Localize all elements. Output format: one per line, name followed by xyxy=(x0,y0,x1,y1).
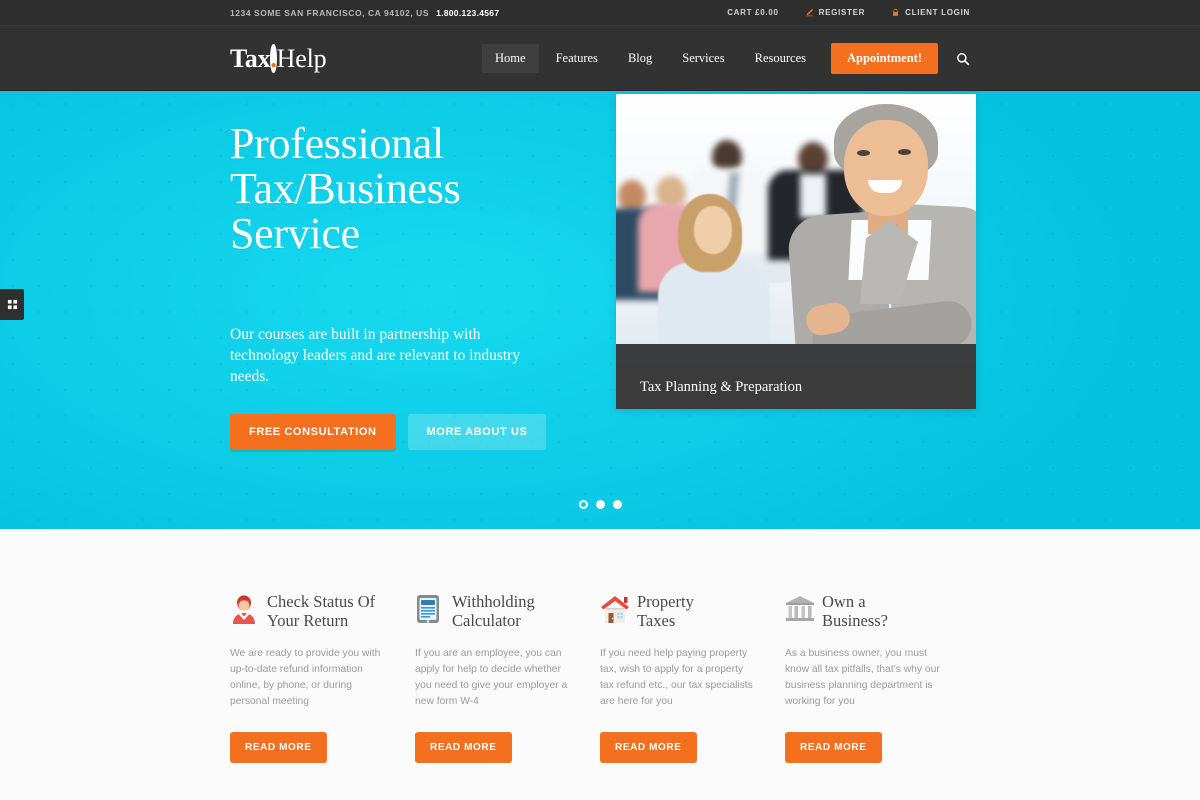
feature-title: Own a Business? xyxy=(822,592,888,630)
business-meeting-photo xyxy=(616,94,976,366)
main-navigation: Home Features Blog Services Resources Ap… xyxy=(480,43,970,74)
feature-title-line-2: Business? xyxy=(822,611,888,630)
feature-description: If you are an employee, you can apply fo… xyxy=(415,648,568,707)
hero-image-card: Tax Planning & Preparation xyxy=(616,94,976,409)
top-bar-contact: 1234 SOME SAN FRANCISCO, CA 94102, US 1.… xyxy=(230,8,499,18)
photo-desk-edge xyxy=(616,344,976,366)
logo-light-text: Help xyxy=(276,43,327,73)
logo-bold-text: Tax xyxy=(230,43,271,73)
feature-title-line-2: Your Return xyxy=(267,611,349,630)
cart-label: CART £0.00 xyxy=(727,8,779,17)
nav-item-blog[interactable]: Blog xyxy=(615,44,665,73)
hero-subtitle: Our courses are built in partnership wit… xyxy=(230,326,521,385)
slider-dot-1[interactable] xyxy=(578,500,588,509)
feature-description: As a business owner, you must know all t… xyxy=(785,648,940,707)
hero-slider: Professional Tax/Business Service Our co… xyxy=(0,91,1200,529)
feature-card-check-status: Check Status Of Your Return We are ready… xyxy=(230,592,415,763)
hero-title-line-2: Tax/Business xyxy=(230,164,461,213)
nav-item-features[interactable]: Features xyxy=(543,44,611,73)
top-bar: 1234 SOME SAN FRANCISCO, CA 94102, US 1.… xyxy=(0,0,1200,26)
feature-header: Check Status Of Your Return xyxy=(230,592,387,630)
more-about-us-button[interactable]: MORE ABOUT US xyxy=(407,414,547,450)
register-link[interactable]: REGISTER xyxy=(805,8,866,17)
feature-title-line-1: Withholding xyxy=(452,592,535,611)
site-header: Tax.Help Home Features Blog Services Res… xyxy=(0,26,1200,91)
slider-dot-2[interactable] xyxy=(595,500,605,509)
feature-description: We are ready to provide you with up-to-d… xyxy=(230,648,381,707)
feature-title-line-2: Taxes xyxy=(637,611,676,630)
read-more-button[interactable]: READ MORE xyxy=(230,732,327,763)
feature-title-line-1: Own a xyxy=(822,592,866,611)
read-more-button[interactable]: READ MORE xyxy=(600,732,697,763)
read-more-button[interactable]: READ MORE xyxy=(415,732,512,763)
photo-man-eye-right xyxy=(898,149,911,155)
hero-title-line-3: Service xyxy=(230,209,360,258)
photo-person-back2-shirt xyxy=(800,174,826,218)
top-bar-actions: CART £0.00 REGISTER CLIENT LOGIN xyxy=(727,8,970,17)
feature-card-withholding-calculator: Withholding Calculator If you are an emp… xyxy=(415,592,600,763)
photo-man-eye-left xyxy=(857,150,870,156)
feature-title: Property Taxes xyxy=(637,592,694,630)
feature-title-line-2: Calculator xyxy=(452,611,521,630)
feature-description: If you need help paying property tax, wi… xyxy=(600,648,753,707)
hero-image-caption: Tax Planning & Preparation xyxy=(616,366,976,409)
pencil-icon xyxy=(805,8,814,17)
appointment-button[interactable]: Appointment! xyxy=(830,43,938,74)
nav-item-home[interactable]: Home xyxy=(482,44,539,73)
search-icon[interactable] xyxy=(956,52,970,66)
nav-item-resources[interactable]: Resources xyxy=(742,44,819,73)
register-label: REGISTER xyxy=(818,8,866,17)
feature-card-property-taxes: Property Taxes If you need help paying p… xyxy=(600,592,785,763)
feature-title-line-1: Check Status Of xyxy=(267,592,376,611)
nav-item-services[interactable]: Services xyxy=(669,44,737,73)
hero-buttons: FREE CONSULTATION MORE ABOUT US xyxy=(230,414,547,450)
header-inner: Tax.Help Home Features Blog Services Res… xyxy=(230,26,970,91)
feature-header: Property Taxes xyxy=(600,592,757,630)
house-icon xyxy=(600,594,629,626)
site-logo[interactable]: Tax.Help xyxy=(230,43,327,74)
client-login-link[interactable]: CLIENT LOGIN xyxy=(891,8,970,17)
client-login-label: CLIENT LOGIN xyxy=(905,8,970,17)
feature-header: Withholding Calculator xyxy=(415,592,572,630)
feature-title-line-1: Property xyxy=(637,592,694,611)
slider-dot-3[interactable] xyxy=(612,500,622,509)
cart-link[interactable]: CART £0.00 xyxy=(727,8,778,17)
photo-woman-face xyxy=(694,206,732,254)
calculator-icon xyxy=(415,594,443,626)
feature-title: Withholding Calculator xyxy=(452,592,535,630)
bank-icon xyxy=(785,594,814,626)
feature-title: Check Status Of Your Return xyxy=(267,592,375,630)
hero-title-line-1: Professional xyxy=(230,119,444,168)
top-bar-inner: 1234 SOME SAN FRANCISCO, CA 94102, US 1.… xyxy=(230,0,970,25)
grid-icon xyxy=(7,299,17,310)
photo-man-face xyxy=(844,120,928,216)
feature-header: Own a Business? xyxy=(785,592,942,630)
read-more-button[interactable]: READ MORE xyxy=(785,732,882,763)
hero-content: Professional Tax/Business Service Our co… xyxy=(230,91,976,529)
feature-card-own-a-business: Own a Business? As a business owner, you… xyxy=(785,592,970,763)
person-icon xyxy=(230,594,258,626)
free-consultation-button[interactable]: FREE CONSULTATION xyxy=(230,414,396,450)
address-text: 1234 SOME SAN FRANCISCO, CA 94102, US xyxy=(230,7,430,18)
features-section: Check Status Of Your Return We are ready… xyxy=(0,529,1200,800)
hero-title: Professional Tax/Business Service xyxy=(230,119,461,258)
phone-number: 1.800.123.4567 xyxy=(436,7,500,18)
features-row: Check Status Of Your Return We are ready… xyxy=(230,529,970,763)
slider-pagination xyxy=(0,500,1200,509)
hero-image-caption-text: Tax Planning & Preparation xyxy=(640,379,803,395)
lock-icon xyxy=(891,8,900,17)
side-panel-toggle[interactable] xyxy=(0,289,24,320)
